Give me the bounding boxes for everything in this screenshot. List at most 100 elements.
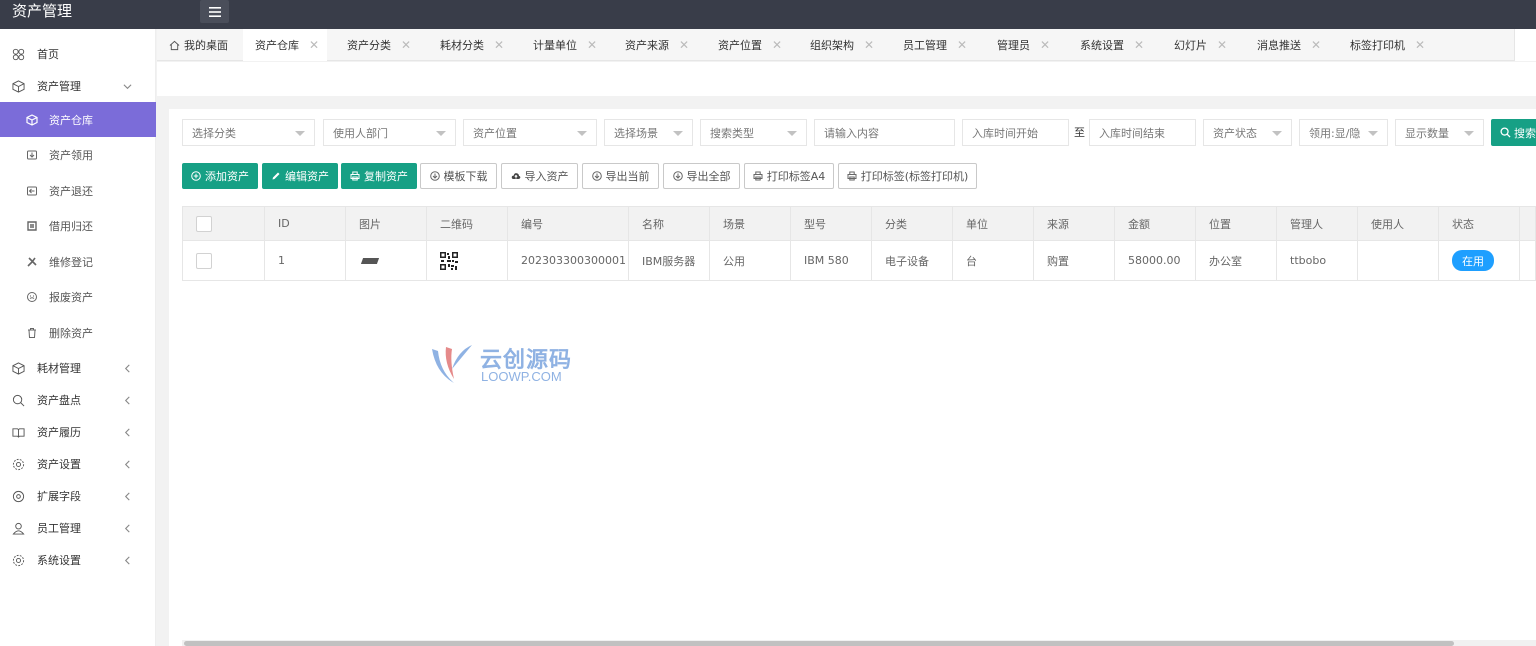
category-select[interactable]: 选择分类 [182, 119, 315, 146]
status-select[interactable]: 资产状态 [1203, 119, 1292, 146]
sidebar-item-delete[interactable]: 删除资产 [0, 315, 156, 350]
qrcode-icon[interactable] [440, 251, 458, 270]
edit-asset-button[interactable]: 编辑资产 [262, 163, 338, 189]
print-icon [847, 171, 857, 181]
close-icon[interactable]: ✕ [1040, 38, 1050, 52]
sidebar-item-label: 删除资产 [49, 326, 93, 340]
chevron-down-icon [123, 70, 132, 102]
cell-code: 202303300300001 [508, 241, 629, 280]
tab-asset-category[interactable]: 资产分类 ✕ [347, 29, 411, 61]
close-icon[interactable]: ✕ [1134, 38, 1144, 52]
export-current-button[interactable]: 导出当前 [582, 163, 659, 189]
sidebar-item-home[interactable]: 首页 [0, 38, 156, 70]
watermark: 云创源码 LOOWP.COM [428, 343, 588, 387]
tab-my-desktop[interactable]: 我的桌面 [169, 29, 228, 61]
location-select[interactable]: 资产位置 [463, 119, 597, 146]
date-end-input[interactable]: 入库时间结束 [1089, 119, 1196, 146]
close-icon[interactable]: ✕ [1415, 38, 1425, 52]
sidebar-item-borrow-return[interactable]: 借用归还 [0, 208, 156, 243]
sidebar-item-asset-return[interactable]: 资产退还 [0, 173, 156, 208]
sidebar-item-asset-warehouse[interactable]: 资产仓库 [0, 102, 156, 137]
book-icon [11, 425, 25, 439]
close-icon[interactable]: ✕ [401, 38, 411, 52]
tab-label: 我的桌面 [184, 39, 228, 52]
tab-admins[interactable]: 管理员 ✕ [997, 29, 1050, 61]
sidebar-item-inventory[interactable]: 资产盘点 [0, 384, 156, 416]
date-start-input[interactable]: 入库时间开始 [962, 119, 1069, 146]
caret-down-icon [577, 131, 587, 136]
menu-toggle-button[interactable] [200, 0, 229, 23]
tab-units[interactable]: 计量单位 ✕ [533, 29, 597, 61]
tab-system-settings[interactable]: 系统设置 ✕ [1080, 29, 1144, 61]
close-icon[interactable]: ✕ [587, 38, 597, 52]
print-label-printer-button[interactable]: 打印标签(标签打印机) [838, 163, 977, 189]
search-icon [1500, 127, 1511, 138]
sidebar-item-extend-fields[interactable]: 扩展字段 [0, 480, 156, 512]
sidebar-item-scrap[interactable]: 报废资产 [0, 279, 156, 314]
close-icon[interactable]: ✕ [1311, 38, 1321, 52]
return-icon [25, 184, 39, 198]
tab-consumable-category[interactable]: 耗材分类 ✕ [440, 29, 504, 61]
keyword-input[interactable]: 请输入内容 [814, 119, 955, 146]
tab-scroll-right[interactable] [1514, 29, 1536, 61]
page-size-select[interactable]: 显示数量 [1395, 119, 1484, 146]
import-asset-button[interactable]: 导入资产 [501, 163, 578, 189]
column-header: 状态 [1439, 207, 1520, 240]
sidebar-item-asset-settings[interactable]: 资产设置 [0, 448, 156, 480]
tab-asset-source[interactable]: 资产来源 ✕ [625, 29, 689, 61]
tab-label-printer[interactable]: 标签打印机 ✕ [1350, 29, 1425, 61]
table-row[interactable]: 1 202303300300001 IBM服务器 公用 IBM 580 电子设备… [182, 241, 1536, 281]
receive-toggle-select[interactable]: 领用:显/隐 [1299, 119, 1388, 146]
close-icon[interactable]: ✕ [864, 38, 874, 52]
export-all-button[interactable]: 导出全部 [663, 163, 740, 189]
tab-org-structure[interactable]: 组织架构 ✕ [810, 29, 874, 61]
sidebar-item-employees[interactable]: 员工管理 [0, 512, 156, 544]
download-icon [429, 171, 440, 181]
tab-push[interactable]: 消息推送 ✕ [1257, 29, 1321, 61]
tab-employees[interactable]: 员工管理 ✕ [903, 29, 967, 61]
tab-label: 计量单位 [533, 39, 577, 52]
sidebar-item-repair[interactable]: 维修登记 [0, 244, 156, 279]
add-asset-button[interactable]: 添加资产 [182, 163, 258, 189]
close-icon[interactable]: ✕ [772, 38, 782, 52]
sidebar-item-label: 资产退还 [49, 184, 93, 198]
tab-asset-warehouse[interactable]: 资产仓库 ✕ [243, 29, 327, 61]
row-checkbox[interactable] [196, 252, 212, 269]
close-icon[interactable]: ✕ [1217, 38, 1227, 52]
print-a4-button[interactable]: 打印标签A4 [744, 163, 834, 189]
tab-label: 资产位置 [718, 39, 762, 52]
sidebar-item-system-settings[interactable]: 系统设置 [0, 544, 156, 576]
asset-thumbnail[interactable] [360, 257, 380, 264]
copy-asset-button[interactable]: 复制资产 [341, 163, 417, 189]
sidebar-item-asset-management[interactable]: 资产管理 [0, 70, 156, 102]
tab-label: 系统设置 [1080, 39, 1124, 52]
button-label: 导出全部 [686, 170, 731, 183]
sidebar-item-consumables[interactable]: 耗材管理 [0, 352, 156, 384]
tab-label: 资产分类 [347, 39, 391, 52]
cell-qrcode[interactable] [427, 241, 508, 280]
sidebar-item-asset-receive[interactable]: 资产领用 [0, 137, 156, 172]
close-icon[interactable]: ✕ [309, 38, 319, 52]
close-icon[interactable]: ✕ [957, 38, 967, 52]
scene-select[interactable]: 选择场景 [604, 119, 693, 146]
horizontal-scrollbar[interactable] [182, 640, 1536, 646]
select-all-checkbox[interactable] [196, 215, 212, 232]
sidebar-item-label: 扩展字段 [37, 490, 81, 503]
cell-location: 办公室 [1196, 241, 1277, 280]
print-icon [350, 171, 360, 181]
scrollbar-thumb[interactable] [184, 641, 1454, 646]
status-badge[interactable]: 在用 [1452, 250, 1494, 271]
sidebar-item-history[interactable]: 资产履历 [0, 416, 156, 448]
plus-circle-icon [191, 171, 201, 181]
cell-image[interactable] [346, 241, 427, 280]
tab-asset-location[interactable]: 资产位置 ✕ [718, 29, 782, 61]
select-value: 选择场景 [614, 126, 658, 140]
close-icon[interactable]: ✕ [679, 38, 689, 52]
close-icon[interactable]: ✕ [494, 38, 504, 52]
search-type-select[interactable]: 搜索类型 [700, 119, 807, 146]
template-download-button[interactable]: 模板下载 [420, 163, 497, 189]
search-button[interactable]: 搜索 [1491, 119, 1536, 146]
box-icon [25, 113, 39, 127]
department-select[interactable]: 使用人部门 [323, 119, 456, 146]
tab-slides[interactable]: 幻灯片 ✕ [1174, 29, 1227, 61]
